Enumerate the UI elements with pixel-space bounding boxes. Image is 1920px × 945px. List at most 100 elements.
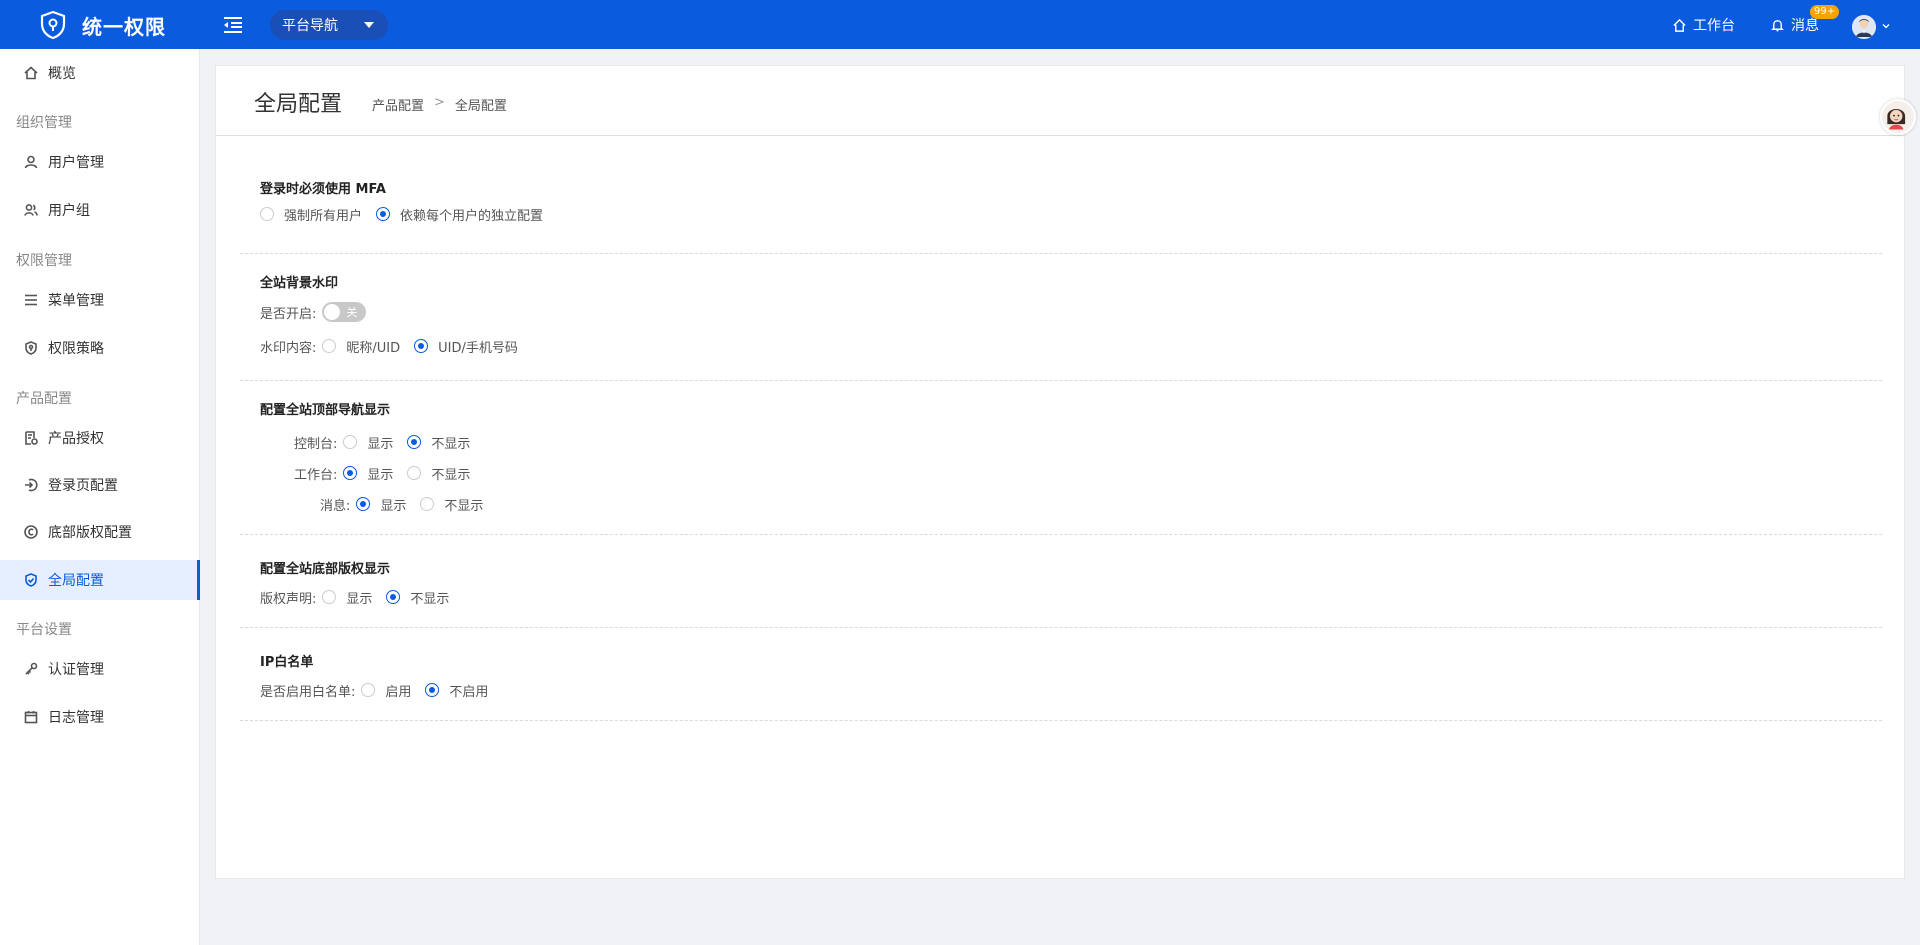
chevron-down-icon[interactable] bbox=[1882, 22, 1890, 30]
section-watermark: 全站背景水印 是否开启: 关 水印内容: 昵称/UID UID/手机号码 bbox=[240, 254, 1882, 381]
message-row: 消息: 显示 不显示 bbox=[320, 494, 497, 514]
user-icon bbox=[24, 155, 38, 169]
field-label: 消息: bbox=[320, 498, 351, 514]
radio-console-show[interactable]: 显示 bbox=[343, 433, 393, 452]
bell-icon bbox=[1771, 19, 1784, 31]
radio-per-user-config[interactable]: 依赖每个用户的独立配置 bbox=[376, 205, 543, 224]
sidebar-group-product: 产品配置 bbox=[16, 391, 72, 407]
sidebar-item-log-mgmt[interactable]: 日志管理 bbox=[0, 697, 200, 737]
radio-label: 启用 bbox=[385, 684, 412, 700]
top-header: 统一权限 平台导航 工作台 消息 99+ bbox=[0, 0, 1920, 49]
sidebar-item-global-config[interactable]: 全局配置 bbox=[0, 560, 200, 600]
user-group-icon bbox=[24, 204, 38, 216]
watermark-enable-row: 是否开启: 关 bbox=[260, 302, 367, 322]
sidebar-item-login-page[interactable]: 登录页配置 bbox=[0, 465, 200, 505]
radio-dot bbox=[414, 339, 429, 353]
radio-message-hide[interactable]: 不显示 bbox=[420, 495, 483, 514]
sidebar-item-policies[interactable]: 权限策略 bbox=[0, 328, 200, 368]
radio-label: 不显示 bbox=[431, 467, 471, 483]
field-label: 版权声明: bbox=[260, 591, 317, 607]
radio-label: 不显示 bbox=[410, 591, 450, 607]
radio-nickname-uid[interactable]: 昵称/UID bbox=[322, 337, 400, 356]
field-label: 是否启用白名单: bbox=[260, 684, 356, 700]
radio-console-hide[interactable]: 不显示 bbox=[407, 433, 470, 452]
sidebar-item-product-auth[interactable]: 产品授权 bbox=[0, 418, 200, 458]
sidebar-item-auth-mgmt[interactable]: 认证管理 bbox=[0, 649, 200, 689]
console-row: 控制台: 显示 不显示 bbox=[294, 432, 484, 452]
login-icon bbox=[25, 478, 38, 492]
platform-nav-label: 平台导航 bbox=[282, 18, 338, 34]
breadcrumb-item-product-config[interactable]: 产品配置 bbox=[372, 95, 424, 114]
calendar-icon bbox=[24, 711, 38, 724]
sidebar-item-user-groups[interactable]: 用户组 bbox=[0, 190, 200, 230]
breadcrumb-item-current: 全局配置 bbox=[454, 99, 507, 114]
user-avatar[interactable] bbox=[1852, 15, 1876, 39]
sidebar-item-label: 认证管理 bbox=[48, 662, 104, 678]
sidebar-group-platform: 平台设置 bbox=[16, 622, 72, 638]
toggle-text: 关 bbox=[346, 306, 358, 319]
sidebar-item-users[interactable]: 用户管理 bbox=[0, 142, 200, 182]
sidebar-item-label: 用户管理 bbox=[48, 155, 104, 171]
radio-force-all-users[interactable]: 强制所有用户 bbox=[260, 205, 362, 224]
sidebar-item-overview[interactable]: 概览 bbox=[0, 53, 200, 93]
watermark-toggle[interactable]: 关 bbox=[322, 302, 367, 322]
section-title: 全站背景水印 bbox=[260, 276, 339, 291]
radio-workbench-hide[interactable]: 不显示 bbox=[407, 464, 470, 483]
page-title: 全局配置 bbox=[254, 92, 343, 117]
sidebar-item-footer-copyright[interactable]: 底部版权配置 bbox=[0, 512, 200, 552]
breadcrumb-separator: > bbox=[434, 95, 445, 110]
radio-uid-phone[interactable]: UID/手机号码 bbox=[414, 337, 518, 356]
radio-copyright-hide[interactable]: 不显示 bbox=[386, 588, 449, 607]
page-header: 全局配置 产品配置 > 全局配置 bbox=[216, 66, 1906, 136]
caret-down-icon bbox=[364, 22, 374, 28]
radio-copyright-show[interactable]: 显示 bbox=[322, 588, 372, 607]
workbench-link[interactable]: 工作台 bbox=[1672, 15, 1735, 35]
radio-label: 强制所有用户 bbox=[284, 208, 363, 224]
radio-dot bbox=[356, 497, 371, 511]
radio-dot bbox=[343, 466, 358, 480]
radio-whitelist-enable[interactable]: 启用 bbox=[361, 681, 411, 700]
copyright-icon bbox=[24, 525, 38, 539]
menu-fold-icon[interactable] bbox=[222, 15, 244, 35]
sidebar-item-label: 概览 bbox=[48, 66, 76, 82]
radio-message-show[interactable]: 显示 bbox=[356, 495, 406, 514]
messages-link[interactable]: 消息 bbox=[1770, 15, 1819, 35]
copyright-row: 版权声明: 显示 不显示 bbox=[260, 587, 463, 607]
section-title: 配置全站顶部导航显示 bbox=[260, 403, 391, 418]
section-title: IP白名单 bbox=[260, 655, 314, 670]
assistant-avatar[interactable] bbox=[1880, 99, 1916, 135]
section-title: 配置全站底部版权显示 bbox=[260, 562, 391, 577]
radio-workbench-show[interactable]: 显示 bbox=[343, 464, 393, 483]
content-card: 全局配置 产品配置 > 全局配置 登录时必须使用 MFA 强制所有用户 依赖每个… bbox=[215, 65, 1906, 879]
field-label: 水印内容: bbox=[260, 340, 317, 356]
radio-label: 显示 bbox=[346, 591, 373, 607]
ip-whitelist-row: 是否启用白名单: 启用 不启用 bbox=[260, 680, 502, 700]
shield-key-icon bbox=[25, 341, 37, 355]
workbench-row: 工作台: 显示 不显示 bbox=[294, 463, 484, 483]
radio-dot bbox=[361, 683, 376, 697]
sidebar-item-label: 权限策略 bbox=[48, 341, 104, 357]
radio-dot bbox=[322, 590, 337, 604]
platform-nav-dropdown[interactable]: 平台导航 bbox=[270, 10, 388, 40]
radio-label: 显示 bbox=[380, 498, 407, 514]
workbench-label: 工作台 bbox=[1693, 18, 1735, 34]
sidebar-item-menus[interactable]: 菜单管理 bbox=[0, 280, 200, 320]
section-mfa: 登录时必须使用 MFA 强制所有用户 依赖每个用户的独立配置 bbox=[240, 161, 1882, 254]
radio-dot bbox=[407, 435, 422, 449]
radio-label: 不显示 bbox=[431, 436, 471, 452]
document-check-icon bbox=[25, 431, 38, 445]
brand[interactable]: 统一权限 bbox=[38, 10, 166, 40]
radio-dot bbox=[407, 466, 422, 480]
field-label: 工作台: bbox=[294, 467, 338, 483]
radio-dot bbox=[343, 435, 358, 449]
radio-label: 不启用 bbox=[449, 684, 489, 700]
sidebar-item-label: 菜单管理 bbox=[48, 293, 104, 309]
section-title: 登录时必须使用 MFA bbox=[260, 182, 386, 197]
radio-dot bbox=[322, 339, 337, 353]
radio-whitelist-disable[interactable]: 不启用 bbox=[425, 681, 488, 700]
radio-dot bbox=[386, 590, 401, 604]
radio-dot bbox=[376, 207, 391, 221]
sidebar-item-label: 底部版权配置 bbox=[48, 525, 132, 541]
radio-label: 显示 bbox=[367, 467, 394, 483]
radio-dot bbox=[420, 497, 435, 511]
